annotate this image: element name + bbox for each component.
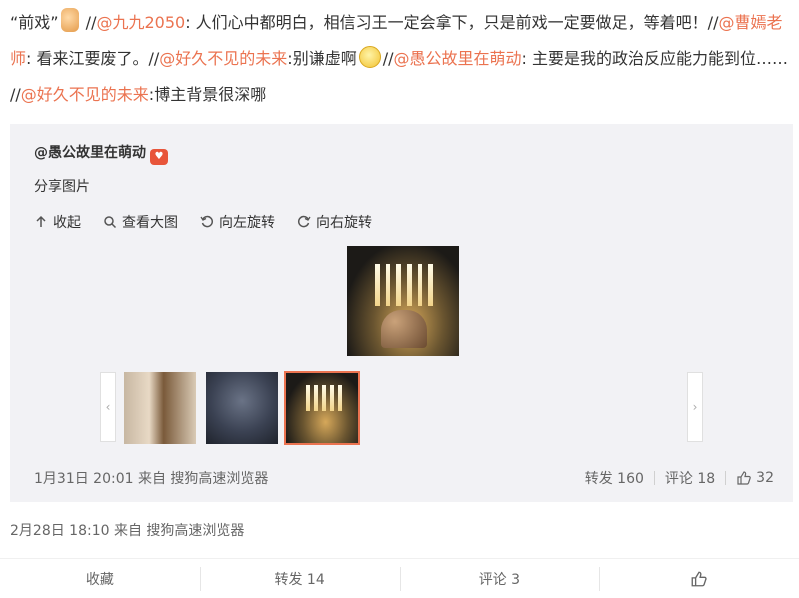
prison-bars-graphic [306, 385, 342, 411]
comment-label: 评论 3 [478, 571, 521, 588]
mention-link[interactable]: @好久不见的未来 [21, 85, 149, 104]
like-button-bottom[interactable] [599, 559, 799, 598]
thumbnail-next-button[interactable]: › [687, 372, 703, 442]
thumbnail-2[interactable] [206, 372, 278, 444]
search-icon [104, 216, 117, 229]
rotate-left-button[interactable]: 向左旋转 [200, 212, 275, 232]
main-image[interactable] [347, 246, 459, 356]
post-text-segment: // [80, 13, 97, 32]
repost-label: 转发 14 [274, 571, 325, 588]
collapse-button[interactable]: 收起 [34, 212, 81, 232]
mention-link[interactable]: @愚公故里在萌动 [393, 49, 521, 68]
photo-figure [381, 310, 427, 348]
thumbnail-prev-button[interactable]: ‹ [100, 372, 116, 442]
comment-button[interactable]: 评论 3 [399, 559, 600, 598]
repost-author[interactable]: @愚公故里在萌动 ♥ [34, 142, 168, 165]
repost-count-link[interactable]: 转发 160 [575, 468, 654, 488]
reposted-card: @愚公故里在萌动 ♥ 分享图片 收起 查看大图 向左旋转 向右旋转 ‹ › 1月3… [10, 124, 793, 502]
favorite-button[interactable]: 收藏 [0, 559, 200, 598]
like-count: 32 [756, 470, 774, 486]
view-large-label: 查看大图 [122, 215, 178, 231]
repost-time-source[interactable]: 1月31日 20:01 来自 搜狗高速浏览器 [34, 468, 268, 488]
repost-author-name[interactable]: @愚公故里在萌动 [34, 145, 146, 161]
post-text-segment: :别谦虚啊 [287, 49, 357, 68]
post-time-source[interactable]: 2月28日 18:10 来自 搜狗高速浏览器 [10, 520, 244, 540]
comment-count-link[interactable]: 评论 18 [655, 468, 725, 488]
thumbnail-1[interactable] [124, 372, 196, 444]
like-button[interactable]: 32 [726, 470, 774, 486]
rotate-left-label: 向左旋转 [219, 215, 275, 231]
mention-link[interactable]: @九九2050 [96, 13, 185, 32]
repost-button[interactable]: 转发 14 [199, 559, 400, 598]
repost-text: 分享图片 [34, 179, 90, 195]
rotate-left-icon [200, 215, 214, 228]
view-large-button[interactable]: 查看大图 [103, 212, 178, 232]
post-text-segment: :博主背景很深哪 [148, 85, 267, 104]
smiling-face-emoji-icon [358, 46, 381, 68]
collapse-label: 收起 [53, 215, 81, 231]
prison-bars-graphic [375, 264, 434, 306]
thumbnail-3-selected[interactable] [284, 371, 360, 445]
rotate-right-button[interactable]: 向右旋转 [297, 212, 372, 232]
thumbs-up-icon [737, 471, 751, 485]
thumbs-up-icon [691, 571, 707, 586]
action-bar: 收藏 转发 14 评论 3 [0, 558, 799, 598]
post-text-segment: // [382, 49, 394, 68]
image-toolbar: 收起 查看大图 向左旋转 向右旋转 [34, 212, 372, 232]
favorite-label: 收藏 [85, 571, 114, 588]
post-text-segment: : 看来江要废了。// [26, 49, 160, 68]
post-text: “前戏” //@九九2050: 人们心中都明白，相信习王一定会拿下，只是前戏一定… [10, 5, 790, 113]
post-text-segment: “前戏” [10, 13, 59, 32]
member-badge-icon: ♥ [150, 149, 168, 165]
repost-stats: 转发 160 评论 18 32 [575, 468, 774, 488]
mention-link[interactable]: @好久不见的未来 [159, 49, 287, 68]
rotate-right-icon [297, 215, 311, 228]
arrow-up-icon [36, 215, 46, 227]
thumbs-up-emoji-icon [60, 8, 79, 32]
post-text-segment: : 人们心中都明白，相信习王一定会拿下，只是前戏一定要做足，等着吧！// [185, 13, 719, 32]
rotate-right-label: 向右旋转 [316, 215, 372, 231]
